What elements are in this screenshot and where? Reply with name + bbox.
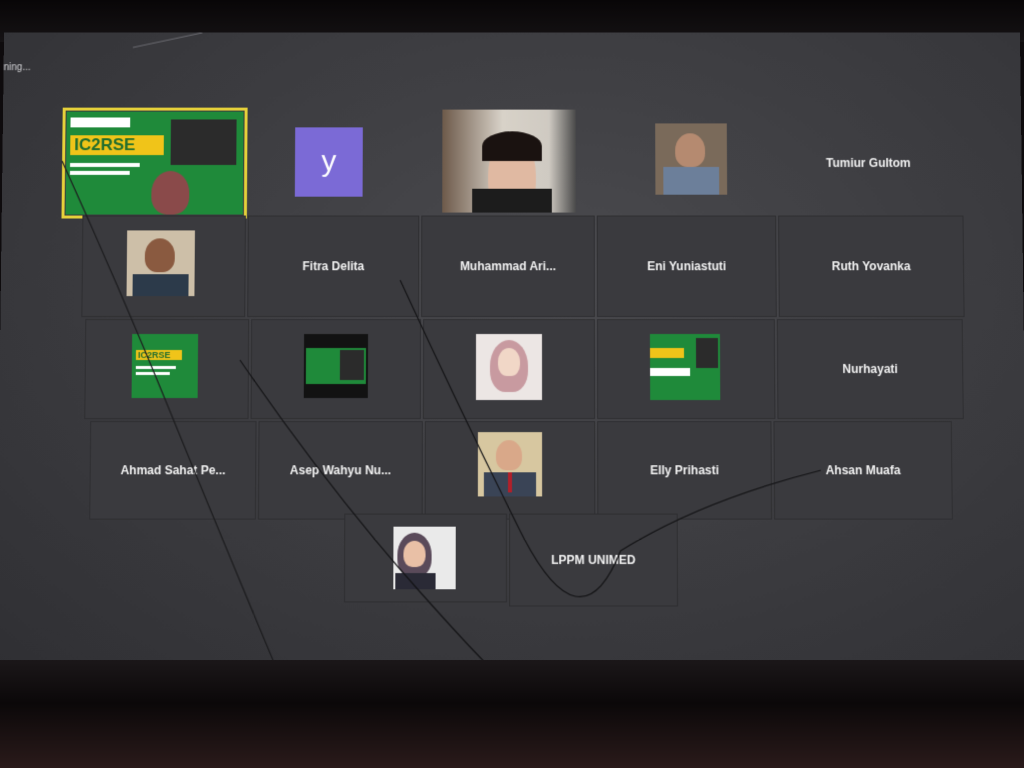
participant-name: Ruth Yovanka xyxy=(831,259,911,274)
participant-video xyxy=(393,526,456,590)
participant-video xyxy=(477,432,543,497)
status-text: ning... xyxy=(3,62,31,74)
video-tile-name[interactable]: Eni Yuniastuti xyxy=(597,216,776,317)
video-tile-name[interactable]: Fitra Delita xyxy=(248,216,419,317)
participant-name: Ahsan Muafa xyxy=(825,463,901,478)
video-tile-name[interactable]: Muhammad Ari... xyxy=(422,216,594,317)
video-tile-avatar[interactable]: y xyxy=(259,110,419,217)
video-tile-camera[interactable] xyxy=(251,320,421,419)
video-tile-camera[interactable] xyxy=(344,514,506,602)
video-tile-camera[interactable] xyxy=(603,110,771,217)
participant-name: Tumiur Gultom xyxy=(825,156,911,170)
video-tile-name[interactable]: Nurhayati xyxy=(777,320,963,419)
monitor-bezel-bottom xyxy=(0,660,1024,768)
video-tile-active-speaker[interactable]: IC2RSE xyxy=(61,107,248,219)
participant-name: Fitra Delita xyxy=(302,259,365,274)
presentation-slide: IC2RSE xyxy=(131,334,199,399)
video-tile-name[interactable]: Asep Wahyu Nu... xyxy=(258,422,422,519)
participant-name: Nurhayati xyxy=(842,361,898,377)
avatar: y xyxy=(294,127,363,197)
video-tile-camera[interactable] xyxy=(597,320,775,419)
video-tile-camera[interactable] xyxy=(423,320,595,419)
presentation-slide: IC2RSE xyxy=(65,111,244,215)
video-tile-camera[interactable]: IC2RSE xyxy=(85,320,249,419)
participant-name: LPPM UNIMED xyxy=(551,552,636,568)
participant-name: Eni Yuniastuti xyxy=(647,259,727,274)
participant-video xyxy=(442,109,576,213)
video-tile-name[interactable]: Ruth Yovanka xyxy=(779,216,964,317)
participant-name: Muhammad Ari... xyxy=(459,259,557,274)
video-tile-name[interactable]: Tumiur Gultom xyxy=(782,110,954,217)
video-tile-camera[interactable] xyxy=(432,109,591,217)
presentation-slide xyxy=(649,334,721,401)
video-tile-name[interactable]: Ahsan Muafa xyxy=(774,422,952,519)
participant-name: Asep Wahyu Nu... xyxy=(289,463,392,478)
video-tile-camera[interactable] xyxy=(425,422,595,519)
video-tile-camera[interactable] xyxy=(82,216,245,317)
participant-video xyxy=(151,170,190,215)
video-gallery: ning... IC2RSE y Tumiur Gultom Fitra Del… xyxy=(0,32,1024,673)
slide-title: IC2RSE xyxy=(135,350,182,360)
participant-video xyxy=(475,334,543,401)
video-tile-name[interactable]: LPPM UNIMED xyxy=(509,514,678,606)
video-tile-name[interactable]: Ahmad Sahat Pe... xyxy=(90,422,256,519)
presentation-slide xyxy=(303,334,369,399)
participant-name: Ahmad Sahat Pe... xyxy=(120,463,226,478)
participant-video xyxy=(126,230,195,297)
slide-title: IC2RSE xyxy=(70,135,164,156)
participant-video xyxy=(655,123,728,195)
video-tile-name[interactable]: Elly Prihasti xyxy=(598,422,772,519)
participant-name: Elly Prihasti xyxy=(650,463,719,478)
